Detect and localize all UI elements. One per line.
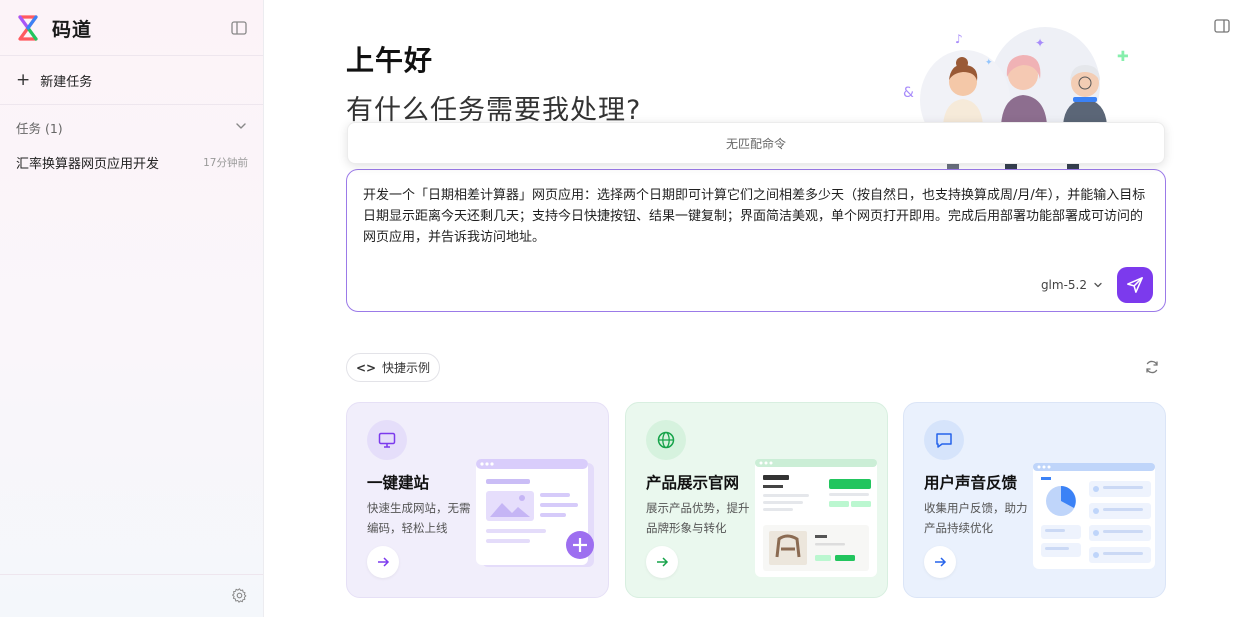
sidebar-task-item[interactable]: 汇率换算器网页应用开发 17分钟前 <box>16 151 248 173</box>
code-icon: <> <box>355 360 377 375</box>
card-description: 收集用户反馈，助力产品持续优化 <box>924 501 1028 535</box>
tasks-header-label: 任务 (1) <box>16 120 63 136</box>
svg-text:✦: ✦ <box>985 58 993 68</box>
settings-gear-icon[interactable] <box>231 587 248 604</box>
app-name: 码道 <box>52 18 93 41</box>
greeting-title: 上午好 <box>346 44 434 77</box>
svg-text:♪: ♪ <box>955 32 963 46</box>
divider <box>0 574 263 575</box>
example-card-product-site[interactable]: 产品展示官网 展示产品优势，提升品牌形象与转化 <box>625 402 888 598</box>
card-title: 用户声音反馈 <box>924 474 1018 492</box>
divider <box>0 104 263 105</box>
card-title: 一键建站 <box>367 474 430 492</box>
feedback-dashboard-illustration <box>1033 463 1155 569</box>
send-icon <box>1127 277 1143 293</box>
example-card-user-feedback[interactable]: 用户声音反馈 收集用户反馈，助力产品持续优化 <box>903 402 1166 598</box>
arrow-right-icon[interactable] <box>924 546 956 578</box>
model-selector[interactable]: glm-5.2 <box>1041 278 1103 292</box>
arrow-right-icon[interactable] <box>646 546 678 578</box>
new-task-label: 新建任务 <box>40 74 93 90</box>
quick-examples-chip[interactable]: <> 快捷示例 <box>346 353 440 382</box>
chevron-down-icon <box>236 123 246 129</box>
card-description: 展示产品优势，提升品牌形象与转化 <box>646 501 750 535</box>
send-button[interactable] <box>1117 267 1153 303</box>
card-title: 产品展示官网 <box>646 474 740 492</box>
task-time: 17分钟前 <box>203 156 248 169</box>
tasks-section-header[interactable]: 任务 (1) <box>16 117 248 137</box>
example-card-website[interactable]: 一键建站 快速生成网站，无需编码，轻松上线 <box>346 402 609 598</box>
refresh-icon[interactable] <box>1144 359 1160 375</box>
sidebar: 码道 + 新建任务 任务 (1) 汇率换算器网页应用开发 17分钟前 <box>0 0 264 617</box>
task-input-box[interactable]: 开发一个「日期相差计算器」网页应用：选择两个日期即可计算它们之间相差多少天（按自… <box>346 169 1166 312</box>
sidebar-collapse-icon[interactable] <box>230 19 248 37</box>
logo-icon <box>18 15 38 41</box>
task-input-text[interactable]: 开发一个「日期相差计算器」网页应用：选择两个日期即可计算它们之间相差多少天（按自… <box>363 185 1153 248</box>
chevron-down-icon <box>1094 282 1102 288</box>
arrow-right-icon[interactable] <box>367 546 399 578</box>
panel-toggle-icon[interactable] <box>1213 17 1231 35</box>
new-task-button[interactable]: + 新建任务 <box>16 68 92 92</box>
svg-text:✦: ✦ <box>1035 36 1045 50</box>
command-suggestions-popup: 无匹配命令 <box>347 122 1165 164</box>
plus-icon: + <box>16 69 31 90</box>
globe-icon <box>646 420 686 460</box>
svg-text:&: & <box>903 85 914 101</box>
divider <box>0 55 263 56</box>
model-name: glm-5.2 <box>1040 278 1087 292</box>
chat-icon <box>924 420 964 460</box>
website-builder-illustration <box>476 459 594 567</box>
app-header: 码道 <box>16 14 248 42</box>
task-title: 汇率换算器网页应用开发 <box>16 156 160 172</box>
quick-examples-label: 快捷示例 <box>382 361 431 375</box>
product-site-illustration <box>755 459 877 577</box>
svg-text:✚: ✚ <box>1117 49 1129 65</box>
card-description: 快速生成网站，无需编码，轻松上线 <box>367 501 471 535</box>
monitor-icon <box>367 420 407 460</box>
